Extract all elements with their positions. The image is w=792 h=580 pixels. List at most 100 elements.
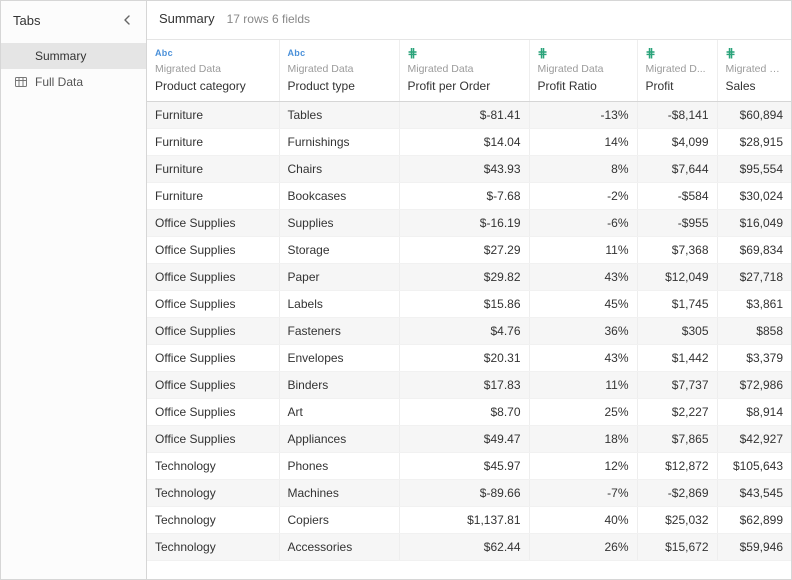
cell: $62,899 — [717, 507, 791, 534]
table-row[interactable]: Office SuppliesBinders$17.8311%$7,737$72… — [147, 372, 791, 399]
cell: -6% — [529, 210, 637, 237]
table-row[interactable]: TechnologyMachines$-89.66-7%-$2,869$43,5… — [147, 480, 791, 507]
cell: $42,927 — [717, 426, 791, 453]
table-scroll[interactable]: AbcMigrated DataProduct categoryAbcMigra… — [147, 39, 791, 579]
cell: $1,442 — [637, 345, 717, 372]
cell: $60,894 — [717, 102, 791, 129]
column-source: Migrated Data — [288, 63, 391, 75]
cell: $7,737 — [637, 372, 717, 399]
cell: Office Supplies — [147, 318, 279, 345]
text-type-icon: Abc — [288, 48, 306, 58]
cell: Office Supplies — [147, 426, 279, 453]
cell: Art — [279, 399, 399, 426]
cell: 8% — [529, 156, 637, 183]
table-row[interactable]: FurnitureChairs$43.938%$7,644$95,554 — [147, 156, 791, 183]
cell: $29.82 — [399, 264, 529, 291]
cell: 45% — [529, 291, 637, 318]
table-header-row: AbcMigrated DataProduct categoryAbcMigra… — [147, 40, 791, 102]
sidebar-item-label: Summary — [35, 49, 86, 63]
column-header[interactable]: ⋕ Migrated D... Profit — [637, 40, 717, 102]
cell: $95,554 — [717, 156, 791, 183]
column-header[interactable]: AbcMigrated DataProduct category — [147, 40, 279, 102]
cell: 40% — [529, 507, 637, 534]
cell: $1,137.81 — [399, 507, 529, 534]
cell: 36% — [529, 318, 637, 345]
column-source: Migrated Data — [408, 63, 521, 75]
cell: $7,368 — [637, 237, 717, 264]
column-header[interactable]: AbcMigrated DataProduct type — [279, 40, 399, 102]
table-row[interactable]: Office SuppliesAppliances$49.4718%$7,865… — [147, 426, 791, 453]
cell: Paper — [279, 264, 399, 291]
cell: $8.70 — [399, 399, 529, 426]
cell: 14% — [529, 129, 637, 156]
number-type-icon: ⋕ — [408, 46, 418, 60]
table-row[interactable]: TechnologyCopiers$1,137.8140%$25,032$62,… — [147, 507, 791, 534]
cell: Technology — [147, 534, 279, 561]
cell: -$955 — [637, 210, 717, 237]
cell: 25% — [529, 399, 637, 426]
cell: Furniture — [147, 156, 279, 183]
table-row[interactable]: Office SuppliesLabels$15.8645%$1,745$3,8… — [147, 291, 791, 318]
cell: $15,672 — [637, 534, 717, 561]
cell: Office Supplies — [147, 210, 279, 237]
cell: $15.86 — [399, 291, 529, 318]
table-row[interactable]: FurnitureTables$-81.41-13%-$8,141$60,894 — [147, 102, 791, 129]
table-row[interactable]: Office SuppliesArt$8.7025%$2,227$8,914 — [147, 399, 791, 426]
cell: $20.31 — [399, 345, 529, 372]
result-count: 17 rows 6 fields — [227, 12, 310, 26]
column-name: Profit — [646, 79, 709, 93]
table-row[interactable]: Office SuppliesFasteners$4.7636%$305$858 — [147, 318, 791, 345]
cell: Copiers — [279, 507, 399, 534]
cell: $3,861 — [717, 291, 791, 318]
table-icon — [15, 77, 27, 87]
sidebar-title: Tabs — [13, 13, 40, 28]
cell: -2% — [529, 183, 637, 210]
cell: $7,644 — [637, 156, 717, 183]
cell: $4,099 — [637, 129, 717, 156]
cell: Furniture — [147, 129, 279, 156]
table-row[interactable]: TechnologyPhones$45.9712%$12,872$105,643 — [147, 453, 791, 480]
cell: $30,024 — [717, 183, 791, 210]
sidebar-item-summary[interactable]: Summary — [1, 43, 146, 69]
column-source: Migrated D... — [726, 63, 784, 75]
cell: $45.97 — [399, 453, 529, 480]
column-name: Profit per Order — [408, 79, 521, 93]
table-row[interactable]: Office SuppliesPaper$29.8243%$12,049$27,… — [147, 264, 791, 291]
cell: $4.76 — [399, 318, 529, 345]
cell: Technology — [147, 480, 279, 507]
table-row[interactable]: Office SuppliesEnvelopes$20.3143%$1,442$… — [147, 345, 791, 372]
number-type-icon: ⋕ — [646, 46, 656, 60]
cell: $7,865 — [637, 426, 717, 453]
sidebar-item-full-data[interactable]: Full Data — [1, 69, 146, 95]
cell: Furniture — [147, 183, 279, 210]
table-row[interactable]: Office SuppliesStorage$27.2911%$7,368$69… — [147, 237, 791, 264]
column-name: Product category — [155, 79, 271, 93]
cell: $-7.68 — [399, 183, 529, 210]
app-root: Tabs SummaryFull Data Summary 17 rows 6 … — [0, 0, 792, 580]
cell: Fasteners — [279, 318, 399, 345]
table-row[interactable]: FurnitureBookcases$-7.68-2%-$584$30,024 — [147, 183, 791, 210]
cell: Office Supplies — [147, 264, 279, 291]
cell: Tables — [279, 102, 399, 129]
cell: Supplies — [279, 210, 399, 237]
cell: 12% — [529, 453, 637, 480]
cell: $28,915 — [717, 129, 791, 156]
chevron-left-icon[interactable] — [120, 13, 134, 27]
cell: $8,914 — [717, 399, 791, 426]
table-row[interactable]: Office SuppliesSupplies$-16.19-6%-$955$1… — [147, 210, 791, 237]
cell: Office Supplies — [147, 399, 279, 426]
cell: Office Supplies — [147, 372, 279, 399]
cell: 11% — [529, 237, 637, 264]
cell: $27,718 — [717, 264, 791, 291]
cell: -13% — [529, 102, 637, 129]
table-row[interactable]: FurnitureFurnishings$14.0414%$4,099$28,9… — [147, 129, 791, 156]
column-header[interactable]: ⋕Migrated D...Sales — [717, 40, 791, 102]
cell: $305 — [637, 318, 717, 345]
column-header[interactable]: ⋕Migrated DataProfit Ratio — [529, 40, 637, 102]
cell: Accessories — [279, 534, 399, 561]
table-row[interactable]: TechnologyAccessories$62.4426%$15,672$59… — [147, 534, 791, 561]
column-header[interactable]: ⋕ Migrated Data Profit per Order — [399, 40, 529, 102]
column-source: Migrated D... — [646, 63, 709, 75]
column-source: Migrated Data — [538, 63, 629, 75]
cell: $858 — [717, 318, 791, 345]
